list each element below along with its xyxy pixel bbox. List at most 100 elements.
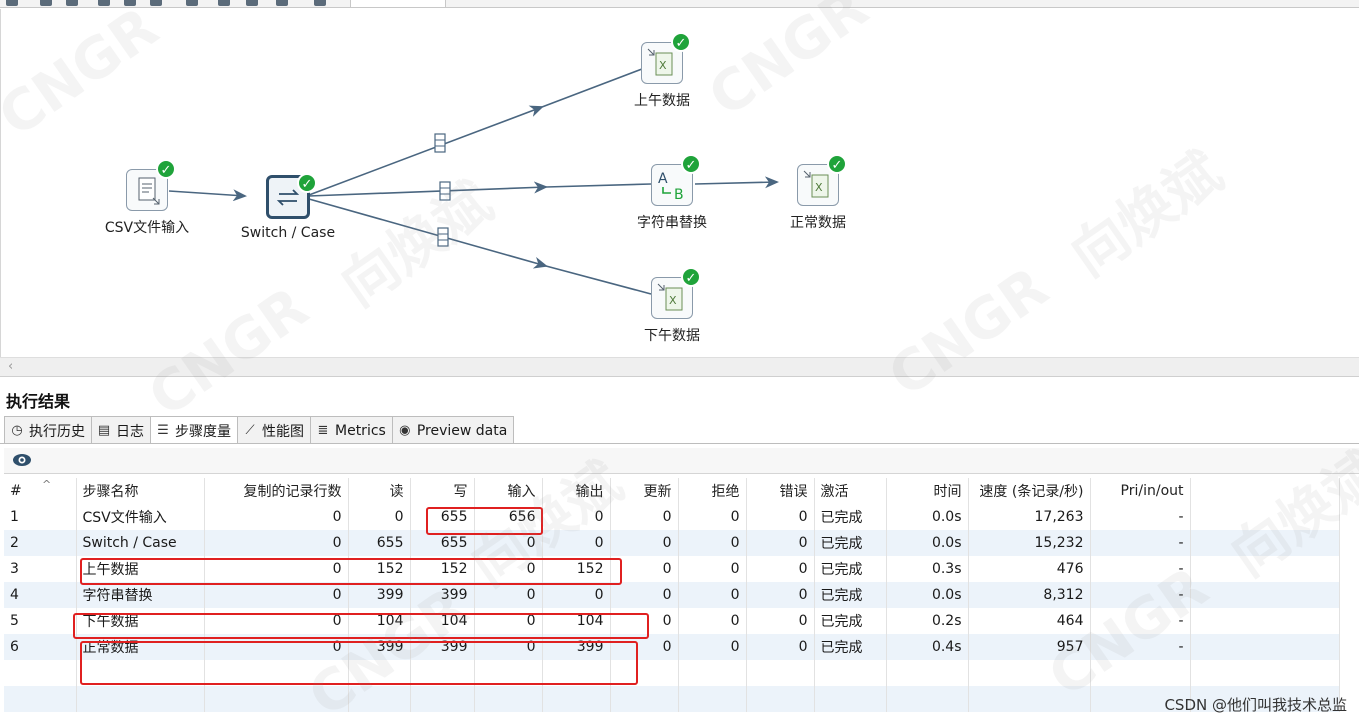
step-name-cell: 字符串替换 <box>76 582 205 608</box>
toolbar-button[interactable] <box>314 0 326 6</box>
empty-cell <box>542 686 611 712</box>
table-cell: 0 <box>348 504 411 530</box>
hop-switch-replace[interactable] <box>308 181 548 197</box>
canvas-horizontal-scrollbar[interactable]: ‹ <box>0 357 1359 377</box>
table-row[interactable]: 3 上午数据 0 152 152 0 152 0 0 0 已完成 0.3s 476- <box>4 556 1340 582</box>
table-cell: 399 <box>348 634 411 660</box>
empty-cell <box>678 686 747 712</box>
table-cell: 104 <box>542 608 611 634</box>
tab-preview-data[interactable]: ◉ Preview data <box>391 416 515 444</box>
tab-step-metrics[interactable]: ☰ 步骤度量 <box>150 416 238 444</box>
column-header-index[interactable]: # ^ <box>4 478 77 504</box>
empty-cell <box>968 686 1091 712</box>
toolbar-button[interactable] <box>246 0 258 6</box>
column-header-written[interactable]: 写 <box>410 478 475 504</box>
preview-eye-icon: ◉ <box>399 423 411 438</box>
copy-marker-icon <box>437 227 449 247</box>
empty-cell <box>204 686 349 712</box>
table-cell: 0.0s <box>886 582 969 608</box>
table-cell: 0 <box>474 634 543 660</box>
table-cell: 0 <box>474 582 543 608</box>
table-cell: 2 <box>4 530 77 556</box>
table-cell: 656 <box>474 504 543 530</box>
success-check-icon: ✓ <box>681 154 701 174</box>
transformation-canvas[interactable]: ✓ CSV文件输入 ✓ Switch / Case X ✓ 上午数据 AB ✓ … <box>0 9 1359 357</box>
svg-text:B: B <box>674 187 684 203</box>
column-header-copied[interactable]: 复制的记录行数 <box>204 478 349 504</box>
svg-text:A: A <box>658 171 668 187</box>
column-header-filler <box>1190 478 1340 504</box>
tab-label: 日志 <box>116 423 144 440</box>
table-row[interactable]: 5 下午数据 0 104 104 0 104 0 0 0 已完成 0.2s 464- <box>4 608 1340 634</box>
column-header-read[interactable]: 读 <box>348 478 411 504</box>
empty-cell <box>886 660 969 686</box>
step-metrics-icon: ☰ <box>157 423 169 438</box>
toolbar-button[interactable] <box>40 0 52 6</box>
table-cell: 957 <box>968 634 1091 660</box>
column-header-active[interactable]: 激活 <box>814 478 887 504</box>
table-cell: 104 <box>348 608 411 634</box>
kettle-window: ✓ CSV文件输入 ✓ Switch / Case X ✓ 上午数据 AB ✓ … <box>0 0 1359 723</box>
toolbar-button[interactable] <box>124 0 136 6</box>
column-header-time[interactable]: 时间 <box>886 478 969 504</box>
toolbar-button[interactable] <box>186 0 198 6</box>
tab-log[interactable]: ▤ 日志 <box>91 416 151 444</box>
column-header-output[interactable]: 输出 <box>542 478 611 504</box>
hop-csv-switch[interactable] <box>168 189 247 202</box>
empty-cell <box>1190 634 1340 660</box>
toolbar-tab[interactable] <box>350 0 446 8</box>
tab-performance-chart[interactable]: ⟋ 性能图 <box>237 416 311 444</box>
sort-caret-icon[interactable]: ^ <box>42 478 51 491</box>
hop-replace-normal[interactable] <box>694 176 779 189</box>
column-header-speed[interactable]: 速度 (条记录/秒) <box>968 478 1091 504</box>
table-row[interactable]: 2 Switch / Case 0 655 655 0 0 0 0 0 已完成 0.0s 15,232- <box>4 530 1340 556</box>
table-row[interactable]: 6 正常数据 0 399 399 0 399 0 0 0 已完成 0.4s 957- <box>4 634 1340 660</box>
table-cell: 0 <box>678 504 747 530</box>
table-cell: 15,232 <box>968 530 1091 556</box>
tab-metrics[interactable]: ≣ Metrics <box>310 416 393 444</box>
hop-switch-pm[interactable] <box>308 198 548 269</box>
table-cell: 0 <box>678 634 747 660</box>
toolbar-button[interactable] <box>218 0 230 6</box>
toolbar-button[interactable] <box>66 0 78 6</box>
hop-switch-am[interactable] <box>308 105 544 196</box>
tab-execution-history[interactable]: ◷ 执行历史 <box>4 416 92 444</box>
table-row[interactable]: 1 CSV文件输入 0 0 655 656 0 0 0 0 已完成 0.0s 17,263- <box>4 504 1340 530</box>
toolbar-button[interactable] <box>276 0 288 6</box>
table-cell: - <box>1090 582 1191 608</box>
toolbar-button[interactable] <box>98 0 110 6</box>
table-cell: 0 <box>204 530 349 556</box>
table-row[interactable]: 4 字符串替换 0 399 399 0 0 0 0 0 已完成 0.0s 8,312- <box>4 582 1340 608</box>
table-cell: 0 <box>542 530 611 556</box>
toolbar-button[interactable] <box>6 0 18 6</box>
column-header-pri-in-out[interactable]: Pri/in/out <box>1090 478 1191 504</box>
column-header-step-name[interactable]: 步骤名称 <box>76 478 205 504</box>
table-cell: 0 <box>678 530 747 556</box>
empty-cell <box>1190 504 1340 530</box>
show-hidden-icon[interactable] <box>12 452 32 472</box>
column-header-updated[interactable]: 更新 <box>610 478 679 504</box>
table-cell: 0.0s <box>886 504 969 530</box>
empty-row <box>4 686 1340 712</box>
table-cell: 655 <box>410 504 475 530</box>
success-check-icon: ✓ <box>681 267 701 287</box>
footer-credit: CSDN @他们叫我技术总监 <box>1164 696 1347 714</box>
table-cell: 0 <box>746 608 815 634</box>
table-cell: 0 <box>746 634 815 660</box>
table-cell: - <box>1090 504 1191 530</box>
empty-cell <box>746 686 815 712</box>
table-cell: 0.2s <box>886 608 969 634</box>
scroll-left-icon[interactable]: ‹ <box>8 359 13 374</box>
table-cell: 152 <box>348 556 411 582</box>
empty-cell <box>474 686 543 712</box>
column-header-errors[interactable]: 错误 <box>746 478 815 504</box>
hop-switch-pm-tail <box>545 265 652 295</box>
empty-cell <box>1190 608 1340 634</box>
table-cell: 0 <box>610 504 679 530</box>
empty-cell <box>4 686 77 712</box>
step-label: Switch / Case <box>240 225 336 241</box>
column-header-rejected[interactable]: 拒绝 <box>678 478 747 504</box>
toolbar-button[interactable] <box>150 0 162 6</box>
tab-divider <box>0 443 1359 444</box>
column-header-input[interactable]: 输入 <box>474 478 543 504</box>
